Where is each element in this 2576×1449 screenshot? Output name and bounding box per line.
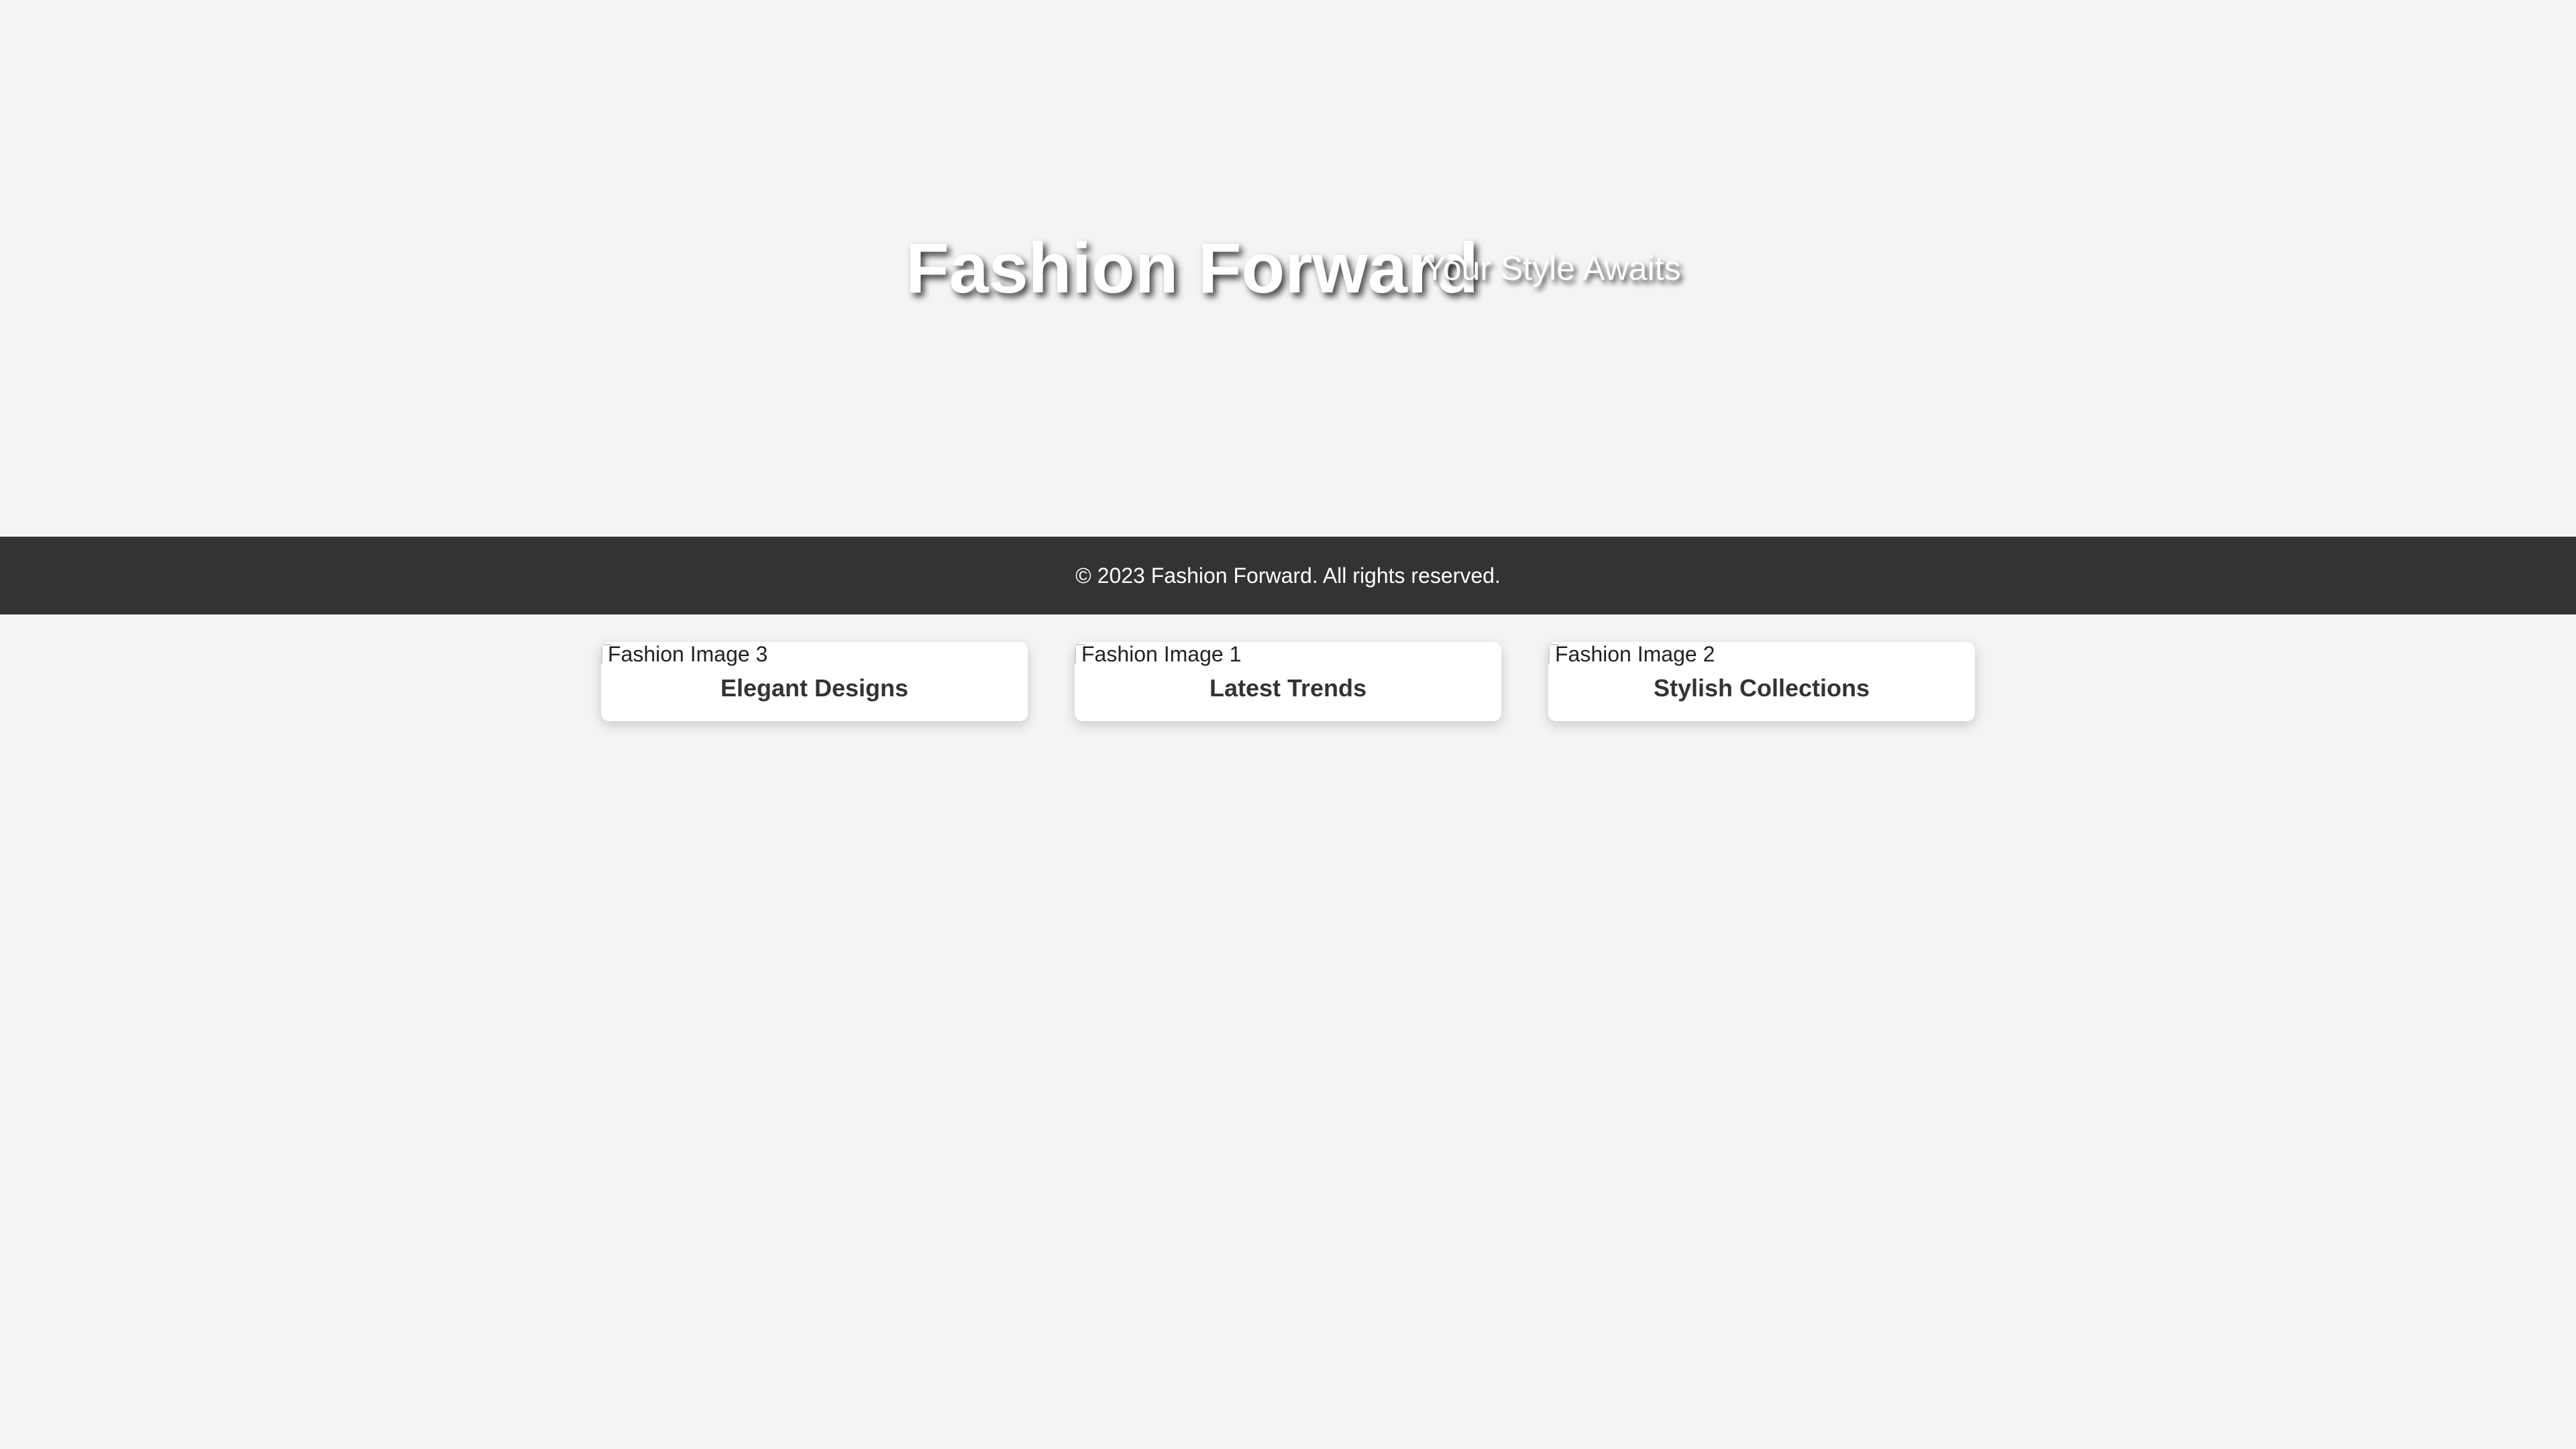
fashion-image: Fashion Image 2 [1548,642,1975,666]
site-tagline: Your Style Awaits [1424,250,1681,287]
broken-image-icon [1075,644,1085,664]
card-title: Stylish Collections [1653,674,1870,702]
gallery-card[interactable]: Fashion Image 3 Elegant Designs [601,642,1028,721]
image-alt-text: Fashion Image 2 [1555,642,1715,666]
copyright-text: © 2023 Fashion Forward. All rights reser… [1075,563,1501,588]
hero-banner: Fashion Forward Your Style Awaits [0,0,2576,537]
broken-image-icon [601,644,612,664]
gallery: Fashion Image 3 Elegant Designs Fashion … [601,642,1975,722]
gallery-card[interactable]: Fashion Image 2 Stylish Collections [1548,642,1975,721]
image-alt-text: Fashion Image 3 [608,642,768,666]
footer: © 2023 Fashion Forward. All rights reser… [0,537,2576,614]
card-title: Elegant Designs [720,674,909,702]
fashion-image: Fashion Image 1 [1075,642,1501,666]
gallery-card[interactable]: Fashion Image 1 Latest Trends [1075,642,1501,721]
image-alt-text: Fashion Image 1 [1081,642,1242,666]
fashion-image: Fashion Image 3 [601,642,1028,666]
site-title: Fashion Forward [906,229,1479,308]
card-title: Latest Trends [1209,674,1367,702]
broken-image-icon [1548,644,1559,664]
